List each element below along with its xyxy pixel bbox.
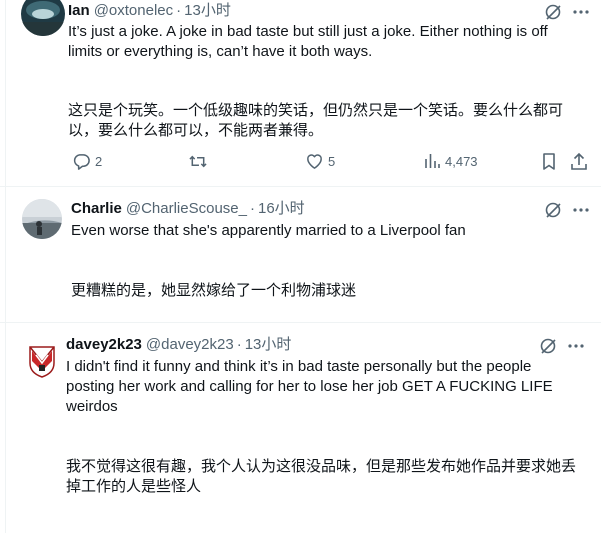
tweet-text-en: I didn't find it funny and think it’s in… [66, 358, 553, 415]
handle[interactable]: @davey2k23 [146, 335, 234, 355]
view-count: 4,473 [445, 153, 478, 169]
tweet-text-zh: 更糟糕的是，她显然嫁给了一个利物浦球迷 [71, 282, 357, 299]
more-icon[interactable] [571, 3, 591, 21]
separator-dot: · [176, 2, 182, 19]
more-icon[interactable] [571, 201, 591, 219]
tweet-1[interactable]: Ian @oxtonelec · 13小时 It’s just a joke. … [0, 0, 601, 186]
reply-count: 2 [95, 154, 103, 169]
retweet-button[interactable] [188, 152, 208, 171]
views-button[interactable]: 4,473 [424, 152, 478, 170]
tweet-2[interactable]: Charlie @CharlieScouse_ · 16小时 Even wors… [0, 187, 601, 322]
display-name[interactable]: Ian [68, 1, 90, 21]
more-icon[interactable] [566, 337, 586, 355]
avatar[interactable] [22, 341, 62, 381]
grok-icon[interactable] [544, 201, 562, 219]
tweet-header: Charlie @CharlieScouse_ · 16小时 [71, 199, 305, 219]
like-count: 5 [328, 154, 336, 169]
grok-icon[interactable] [539, 337, 557, 355]
reply-button[interactable]: 2 [72, 152, 102, 171]
handle[interactable]: @oxtonelec [94, 1, 173, 21]
bookmark-icon [543, 153, 555, 170]
action-bar: 2 5 4,473 [68, 152, 592, 176]
tweet-3[interactable]: davey2k23 @davey2k23 · 13小时 I didn't fin… [0, 323, 601, 533]
avatar[interactable] [21, 0, 65, 36]
tweet-text-zh: 这只是个玩笑。一个低级趣味的笑话，但仍然只是一个笑话。要么什么都可以，要么什么都… [68, 102, 564, 139]
views-icon [425, 154, 440, 168]
timestamp[interactable]: 16小时 [258, 199, 305, 219]
separator-dot: · [236, 336, 242, 353]
reply-icon [73, 154, 90, 170]
like-button[interactable]: 5 [305, 152, 335, 171]
tweet-text-zh: 我不觉得这很有趣，我个人认为这很没品味，但是那些发布她作品并要求她丢掉工作的人是… [66, 458, 577, 495]
timestamp[interactable]: 13小时 [184, 1, 231, 21]
display-name[interactable]: Charlie [71, 199, 122, 219]
separator-dot: · [249, 200, 255, 217]
display-name[interactable]: davey2k23 [66, 335, 142, 355]
tweet-header: davey2k23 @davey2k23 · 13小时 [66, 335, 291, 355]
grok-icon[interactable] [544, 3, 562, 21]
avatar[interactable] [22, 199, 62, 239]
tweet-header: Ian @oxtonelec · 13小时 [68, 1, 231, 21]
share-button[interactable] [570, 152, 588, 171]
tweet-text-en: It’s just a joke. A joke in bad taste bu… [68, 23, 548, 60]
share-icon [571, 152, 587, 170]
bookmark-button[interactable] [541, 152, 557, 171]
retweet-icon [189, 155, 207, 168]
tweet-text-en: Even worse that she's apparently married… [71, 222, 466, 239]
handle[interactable]: @CharlieScouse_ [126, 199, 247, 219]
like-icon [307, 154, 322, 169]
timestamp[interactable]: 13小时 [245, 335, 292, 355]
